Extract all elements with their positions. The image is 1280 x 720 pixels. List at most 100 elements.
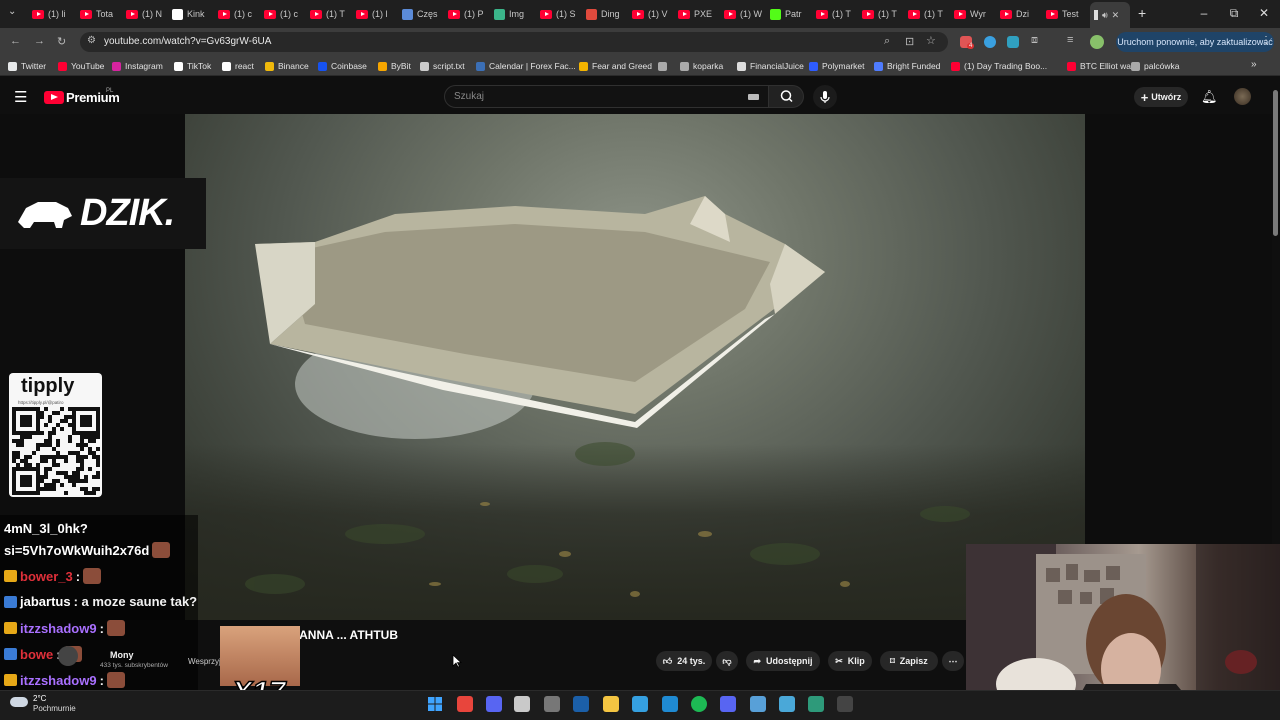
tab-0[interactable]: (1) li — [32, 4, 76, 24]
windows-start-icon[interactable] — [427, 696, 443, 712]
minimize-button[interactable]: – — [1194, 6, 1214, 20]
like-button[interactable]: 👍︎ 24 tys. — [656, 651, 712, 671]
scrollbar-thumb[interactable] — [1273, 90, 1278, 236]
bookmark-8[interactable]: script.txt — [420, 59, 465, 73]
notifications-bell-icon[interactable]: 🔔︎ — [1201, 89, 1218, 105]
audio-icon[interactable]: 🔊︎ — [1102, 10, 1108, 21]
bookmark-11[interactable] — [658, 59, 671, 73]
tab-18[interactable]: (1) T — [862, 4, 906, 24]
back-button[interactable]: ← — [10, 35, 21, 47]
discord2-icon[interactable] — [720, 696, 736, 712]
tab-22[interactable]: Test — [1046, 4, 1090, 24]
obs-icon[interactable] — [544, 696, 560, 712]
save-button[interactable]: ⌑ Zapisz — [880, 651, 938, 671]
tab-5[interactable]: (1) c — [264, 4, 308, 24]
bookmark-6[interactable]: Coinbase — [318, 59, 367, 73]
terminal-icon[interactable] — [837, 696, 853, 712]
channel-avatar[interactable] — [58, 646, 78, 666]
bookmark-4[interactable]: react — [222, 59, 254, 73]
bookmark-1[interactable]: YouTube — [58, 59, 104, 73]
bookmark-3[interactable]: TikTok — [174, 59, 211, 73]
bookmark-16[interactable]: (1) Day Trading Boo... — [951, 59, 1047, 73]
update-button[interactable]: Uruchom ponownie, aby zaktualizować — [1116, 32, 1274, 52]
tab-15[interactable]: (1) W — [724, 4, 768, 24]
folder-icon[interactable] — [603, 696, 619, 712]
tab-17[interactable]: (1) T — [816, 4, 860, 24]
install-icon[interactable]: ⊡ — [905, 35, 914, 48]
bookmark-9[interactable]: Calendar | Forex Fac... — [476, 59, 576, 73]
chrome-icon[interactable] — [457, 696, 473, 712]
support-button[interactable]: Wesprzyj — [188, 657, 221, 666]
tab-2[interactable]: (1) N — [126, 4, 170, 24]
bookmark-18[interactable]: palcówka — [1131, 59, 1179, 73]
voice-search-button[interactable] — [813, 85, 837, 109]
new-tab-button[interactable]: + — [1138, 5, 1146, 21]
share-button[interactable]: ➦ Udostępnij — [746, 651, 820, 671]
tab-8[interactable]: Częs — [402, 4, 446, 24]
bookmark-0[interactable]: Twitter — [8, 59, 46, 73]
bookmark-12[interactable]: koparka — [680, 59, 723, 73]
search-button[interactable] — [768, 85, 804, 108]
keyboard-icon[interactable] — [748, 94, 759, 100]
site-info-icon[interactable]: ⚙ — [87, 35, 96, 46]
bookmark-2[interactable]: Instagram — [112, 59, 163, 73]
tab-3[interactable]: Kink — [172, 4, 216, 24]
menu-icon[interactable]: ⋮ — [1261, 35, 1271, 46]
app-icon[interactable] — [514, 696, 530, 712]
bookmark-13[interactable]: FinancialJuice — [737, 59, 804, 73]
tab-14[interactable]: PXE — [678, 4, 722, 24]
bookmark-15[interactable]: Bright Funded — [874, 59, 940, 73]
reading-list-icon[interactable]: ≡ — [1067, 34, 1073, 46]
tab-20[interactable]: Wyr — [954, 4, 998, 24]
tab-search-button[interactable]: ⌄ — [8, 6, 16, 17]
create-button[interactable]: + Utwórz — [1134, 87, 1188, 107]
tab-12[interactable]: Ding — [586, 4, 630, 24]
weather-description[interactable]: Pochmurnie — [33, 704, 76, 713]
zoom-icon[interactable]: ⌕ — [884, 35, 890, 48]
search-input[interactable] — [444, 85, 769, 108]
video-player[interactable] — [185, 114, 1085, 620]
channel-name[interactable]: Mony — [110, 650, 134, 660]
more-actions-button[interactable]: ⋯ — [942, 651, 964, 671]
bookmark-10[interactable]: Fear and Greed — [579, 59, 652, 73]
profile-avatar[interactable] — [1090, 35, 1104, 49]
restore-button[interactable]: ⧉ — [1224, 6, 1244, 21]
photos-icon[interactable] — [779, 696, 795, 712]
tab-11[interactable]: (1) S — [540, 4, 584, 24]
app2-icon[interactable] — [808, 696, 824, 712]
tab-7[interactable]: (1) l — [356, 4, 400, 24]
bookmarks-overflow-icon[interactable]: » — [1251, 59, 1257, 70]
clip-button[interactable]: ✂ Klip — [828, 651, 872, 671]
forward-button[interactable]: → — [34, 35, 45, 47]
tab-19[interactable]: (1) T — [908, 4, 952, 24]
account-avatar[interactable] — [1234, 88, 1251, 105]
extensions-puzzle-icon[interactable]: ⧈ — [1031, 34, 1038, 47]
tab-4[interactable]: (1) c — [218, 4, 262, 24]
bookmark-star-icon[interactable]: ☆ — [926, 34, 936, 47]
tab-16[interactable]: Patr — [770, 4, 814, 24]
dislike-button[interactable]: 👎︎ — [716, 651, 738, 671]
tab-13[interactable]: (1) V — [632, 4, 676, 24]
reload-button[interactable]: ↻ — [57, 35, 66, 48]
close-tab-icon[interactable]: ✕ — [1112, 10, 1120, 21]
weather-temperature[interactable]: 2°C — [33, 694, 46, 703]
active-tab[interactable]: 🔊︎ ✕ — [1090, 2, 1130, 28]
steam-icon[interactable] — [573, 696, 589, 712]
close-window-button[interactable]: ✕ — [1254, 6, 1274, 20]
tab-9[interactable]: (1) P — [448, 4, 492, 24]
bookmark-14[interactable]: Polymarket — [809, 59, 865, 73]
notepad-icon[interactable] — [750, 696, 766, 712]
spotify-icon[interactable] — [691, 696, 707, 712]
bookmark-17[interactable]: BTC Elliot wave — [1067, 59, 1140, 73]
extension-icon-3[interactable] — [1007, 36, 1019, 48]
tab-1[interactable]: Tota — [80, 4, 124, 24]
youtube-logo-icon[interactable] — [44, 91, 64, 104]
extension-icon-2[interactable] — [984, 36, 996, 48]
bookmark-7[interactable]: ByBit — [378, 59, 411, 73]
tab-21[interactable]: Dzi — [1000, 4, 1044, 24]
discord-icon[interactable] — [486, 696, 502, 712]
bookmark-5[interactable]: Binance — [265, 59, 309, 73]
vscode-icon[interactable] — [662, 696, 678, 712]
hamburger-menu-icon[interactable]: ☰ — [14, 88, 27, 106]
url-text[interactable]: youtube.com/watch?v=Gv63grW-6UA — [104, 36, 271, 47]
